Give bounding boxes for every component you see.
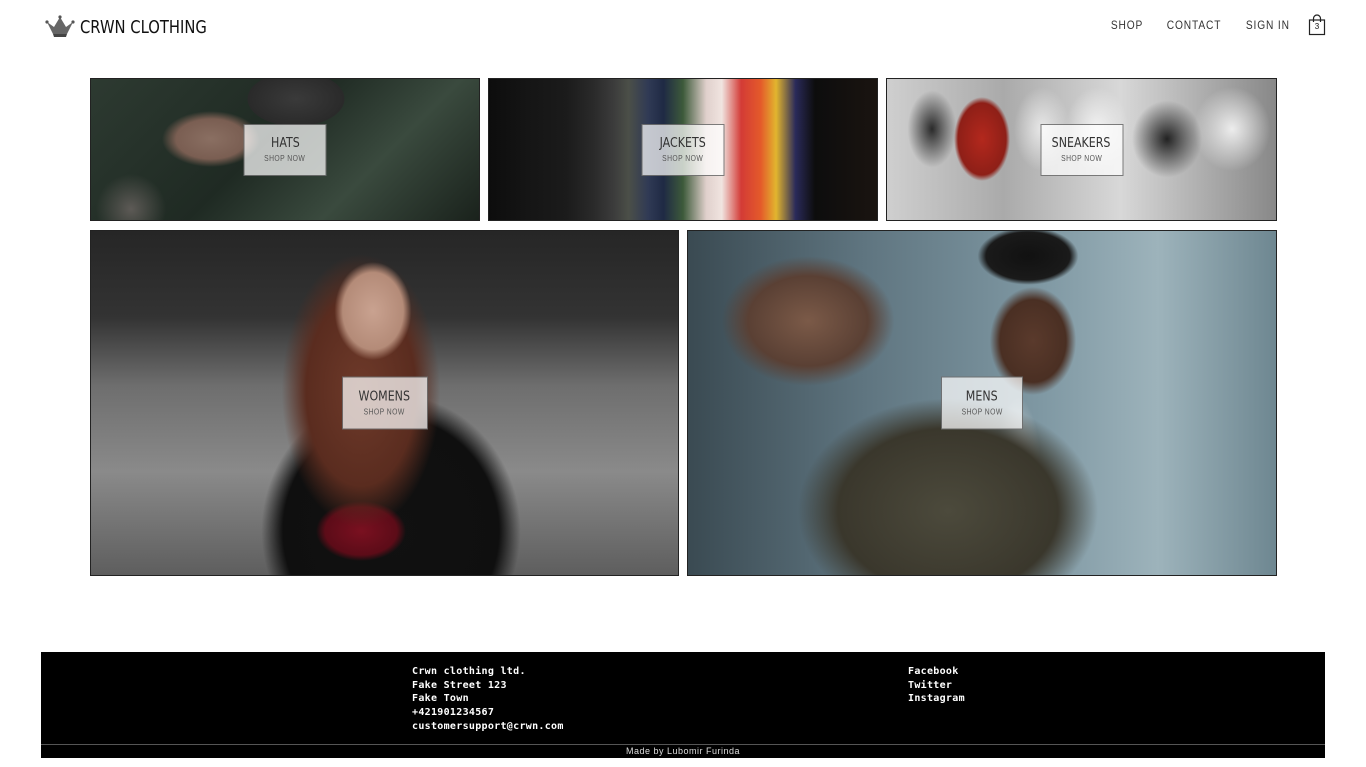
street-address: Fake Street 123 [412, 679, 507, 691]
nav-contact[interactable]: CONTACT [1167, 18, 1221, 32]
footer-social-links: Facebook Twitter Instagram [908, 665, 965, 706]
town: Fake Town [412, 693, 469, 705]
twitter-link[interactable]: Twitter [908, 679, 965, 693]
crown-logo-icon [45, 15, 75, 37]
tile-label-box: MENS SHOP NOW [941, 376, 1023, 430]
tile-subtitle: SHOP NOW [961, 407, 1003, 417]
category-tile-jackets[interactable]: JACKETS SHOP NOW [488, 78, 878, 221]
category-tile-mens[interactable]: MENS SHOP NOW [687, 230, 1277, 576]
tile-title: JACKETS [659, 136, 707, 151]
tile-subtitle: SHOP NOW [264, 154, 306, 163]
footer: Crwn clothing ltd. Fake Street 123 Fake … [41, 652, 1325, 758]
main-nav: SHOP CONTACT SIGN IN 3 [1092, 14, 1326, 36]
tile-title: HATS [270, 136, 300, 151]
cart-button[interactable]: 3 [1308, 14, 1326, 36]
tile-title: MENS [966, 389, 998, 405]
category-tile-hats[interactable]: HATS SHOP NOW [90, 78, 480, 221]
header: CRWN CLOTHING SHOP CONTACT SIGN IN 3 [0, 0, 1366, 60]
tile-label-box: HATS SHOP NOW [243, 123, 327, 176]
phone-number: +421901234567 [412, 707, 495, 719]
category-tile-womens[interactable]: WOMENS SHOP NOW [90, 230, 679, 576]
tile-subtitle: SHOP NOW [1060, 154, 1103, 163]
company-name: Crwn clothing ltd. [412, 666, 526, 677]
logo-link[interactable]: CRWN CLOTHING [45, 14, 235, 40]
category-tile-sneakers[interactable]: SNEAKERS SHOP NOW [886, 78, 1277, 221]
support-email: customersupport@crwn.com [412, 720, 564, 732]
footer-credit: Made by Lubomir Furinda [41, 744, 1325, 758]
facebook-link[interactable]: Facebook [908, 665, 965, 679]
tile-label-box: JACKETS SHOP NOW [641, 123, 725, 176]
tile-subtitle: SHOP NOW [662, 154, 704, 163]
instagram-link[interactable]: Instagram [908, 692, 965, 706]
brand-name: CRWN CLOTHING [80, 16, 207, 38]
cart-count: 3 [1314, 22, 1320, 31]
tile-label-box: WOMENS SHOP NOW [341, 376, 428, 430]
tile-title: SNEAKERS [1052, 136, 1111, 151]
nav-sign-in[interactable]: SIGN IN [1246, 18, 1290, 32]
tile-subtitle: SHOP NOW [363, 407, 406, 417]
tile-title: WOMENS [358, 389, 411, 405]
tile-label-box: SNEAKERS SHOP NOW [1040, 123, 1123, 176]
nav-shop[interactable]: SHOP [1111, 18, 1143, 32]
footer-contact-info: Crwn clothing ltd. Fake Street 123 Fake … [412, 665, 564, 734]
